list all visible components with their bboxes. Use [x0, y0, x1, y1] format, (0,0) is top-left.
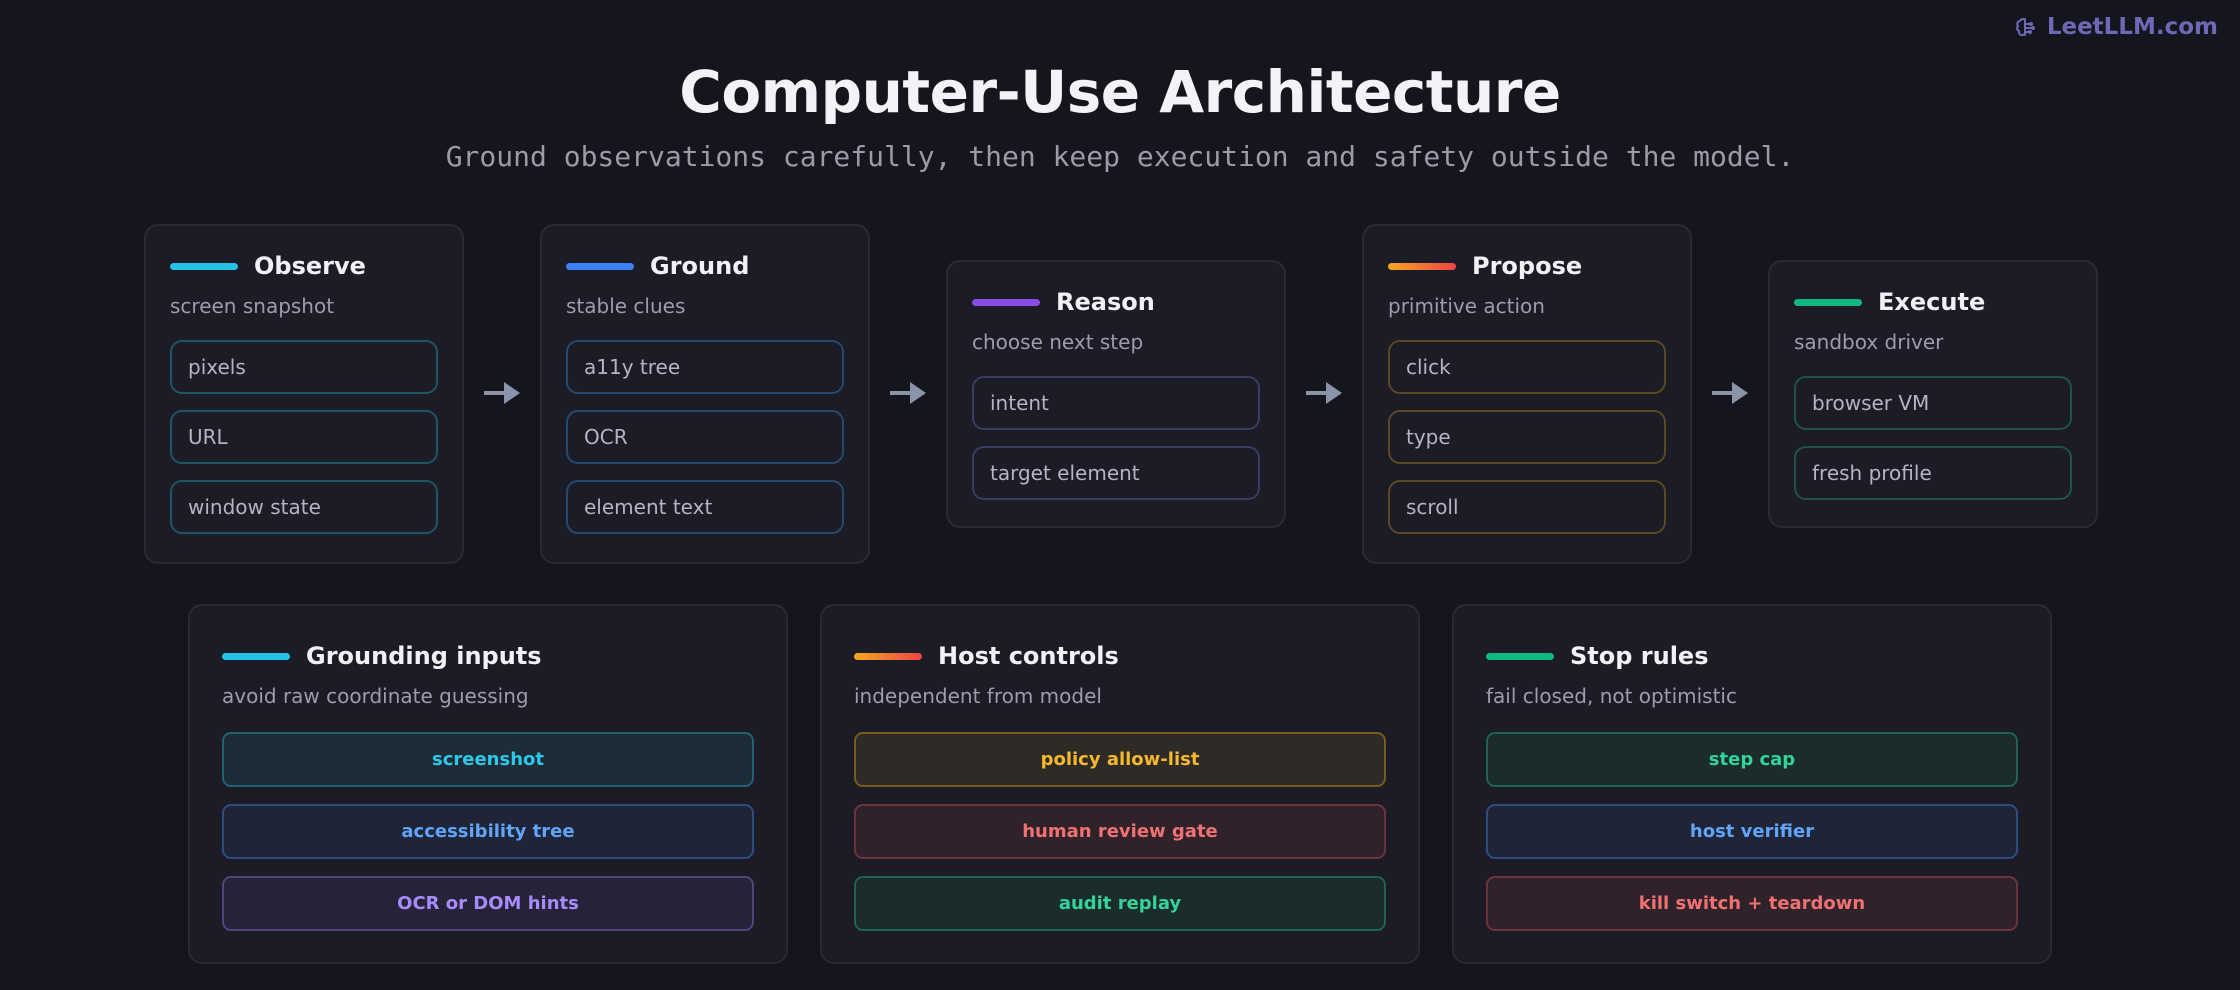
panel-title: Grounding inputs: [306, 642, 542, 670]
brand-name: LeetLLM.com: [2046, 14, 2218, 40]
accent-bar: [566, 262, 634, 270]
item-policy-allow-list: policy allow-list: [854, 732, 1386, 787]
brain-icon: [2015, 18, 2035, 37]
accent-bar: [854, 652, 922, 660]
page-subtitle: Ground observations carefully, then keep…: [445, 140, 1795, 173]
step-title: Reason: [1056, 288, 1155, 316]
step-subtitle: stable clues: [566, 294, 686, 318]
item-screenshot: screenshot: [222, 732, 754, 787]
item-kill-switch-teardown: kill switch + teardown: [1486, 876, 2018, 931]
step-title: Observe: [254, 252, 366, 280]
chip-ocr: OCR: [566, 410, 844, 464]
chip-window-state: window state: [170, 480, 438, 534]
panel-title: Host controls: [938, 642, 1119, 670]
panel-stop-rules: Stop rules fail closed, not optimistic s…: [1452, 604, 2052, 964]
accent-bar: [1794, 298, 1862, 306]
chip-scroll: scroll: [1388, 480, 1666, 534]
chip-url: URL: [170, 410, 438, 464]
page-title: Computer-Use Architecture: [679, 58, 1561, 126]
step-title: Ground: [650, 252, 750, 280]
panel-subtitle: fail closed, not optimistic: [1486, 684, 1737, 708]
arrow-right-icon: [1712, 382, 1748, 404]
chip-pixels: pixels: [170, 340, 438, 394]
panel-subtitle: independent from model: [854, 684, 1102, 708]
step-subtitle: screen snapshot: [170, 294, 335, 318]
panel-host-controls: Host controls independent from model pol…: [820, 604, 1420, 964]
chip-target-element: target element: [972, 446, 1260, 500]
item-host-verifier: host verifier: [1486, 804, 2018, 859]
accent-bar: [1486, 652, 1554, 660]
chip-intent: intent: [972, 376, 1260, 430]
step-subtitle: sandbox driver: [1794, 330, 1944, 354]
item-audit-replay: audit replay: [854, 876, 1386, 931]
accent-bar: [222, 652, 290, 660]
panel-subtitle: avoid raw coordinate guessing: [222, 684, 529, 708]
step-title: Propose: [1472, 252, 1583, 280]
step-title: Execute: [1878, 288, 1986, 316]
chip-browser-vm: browser VM: [1794, 376, 2072, 430]
chip-click: click: [1388, 340, 1666, 394]
step-subtitle: primitive action: [1388, 294, 1545, 318]
item-human-review-gate: human review gate: [854, 804, 1386, 859]
chip-a11y-tree: a11y tree: [566, 340, 844, 394]
arrow-right-icon: [1306, 382, 1342, 404]
chip-element-text: element text: [566, 480, 844, 534]
arrow-right-icon: [890, 382, 926, 404]
step-reason: Reason choose next step intent target el…: [946, 260, 1286, 528]
step-execute: Execute sandbox driver browser VM fresh …: [1768, 260, 2098, 528]
brand-logo[interactable]: LeetLLM.com: [2013, 14, 2218, 40]
panel-title: Stop rules: [1570, 642, 1709, 670]
item-step-cap: step cap: [1486, 732, 2018, 787]
accent-bar: [170, 262, 238, 270]
chip-fresh-profile: fresh profile: [1794, 446, 2072, 500]
item-ocr-dom-hints: OCR or DOM hints: [222, 876, 754, 931]
step-subtitle: choose next step: [972, 330, 1144, 354]
chip-type: type: [1388, 410, 1666, 464]
step-propose: Propose primitive action click type scro…: [1362, 224, 1692, 564]
item-accessibility-tree: accessibility tree: [222, 804, 754, 859]
accent-bar: [1388, 262, 1456, 270]
step-observe: Observe screen snapshot pixels URL windo…: [144, 224, 464, 564]
panel-grounding-inputs: Grounding inputs avoid raw coordinate gu…: [188, 604, 788, 964]
step-ground: Ground stable clues a11y tree OCR elemen…: [540, 224, 870, 564]
arrow-right-icon: [484, 382, 520, 404]
accent-bar: [972, 298, 1040, 306]
